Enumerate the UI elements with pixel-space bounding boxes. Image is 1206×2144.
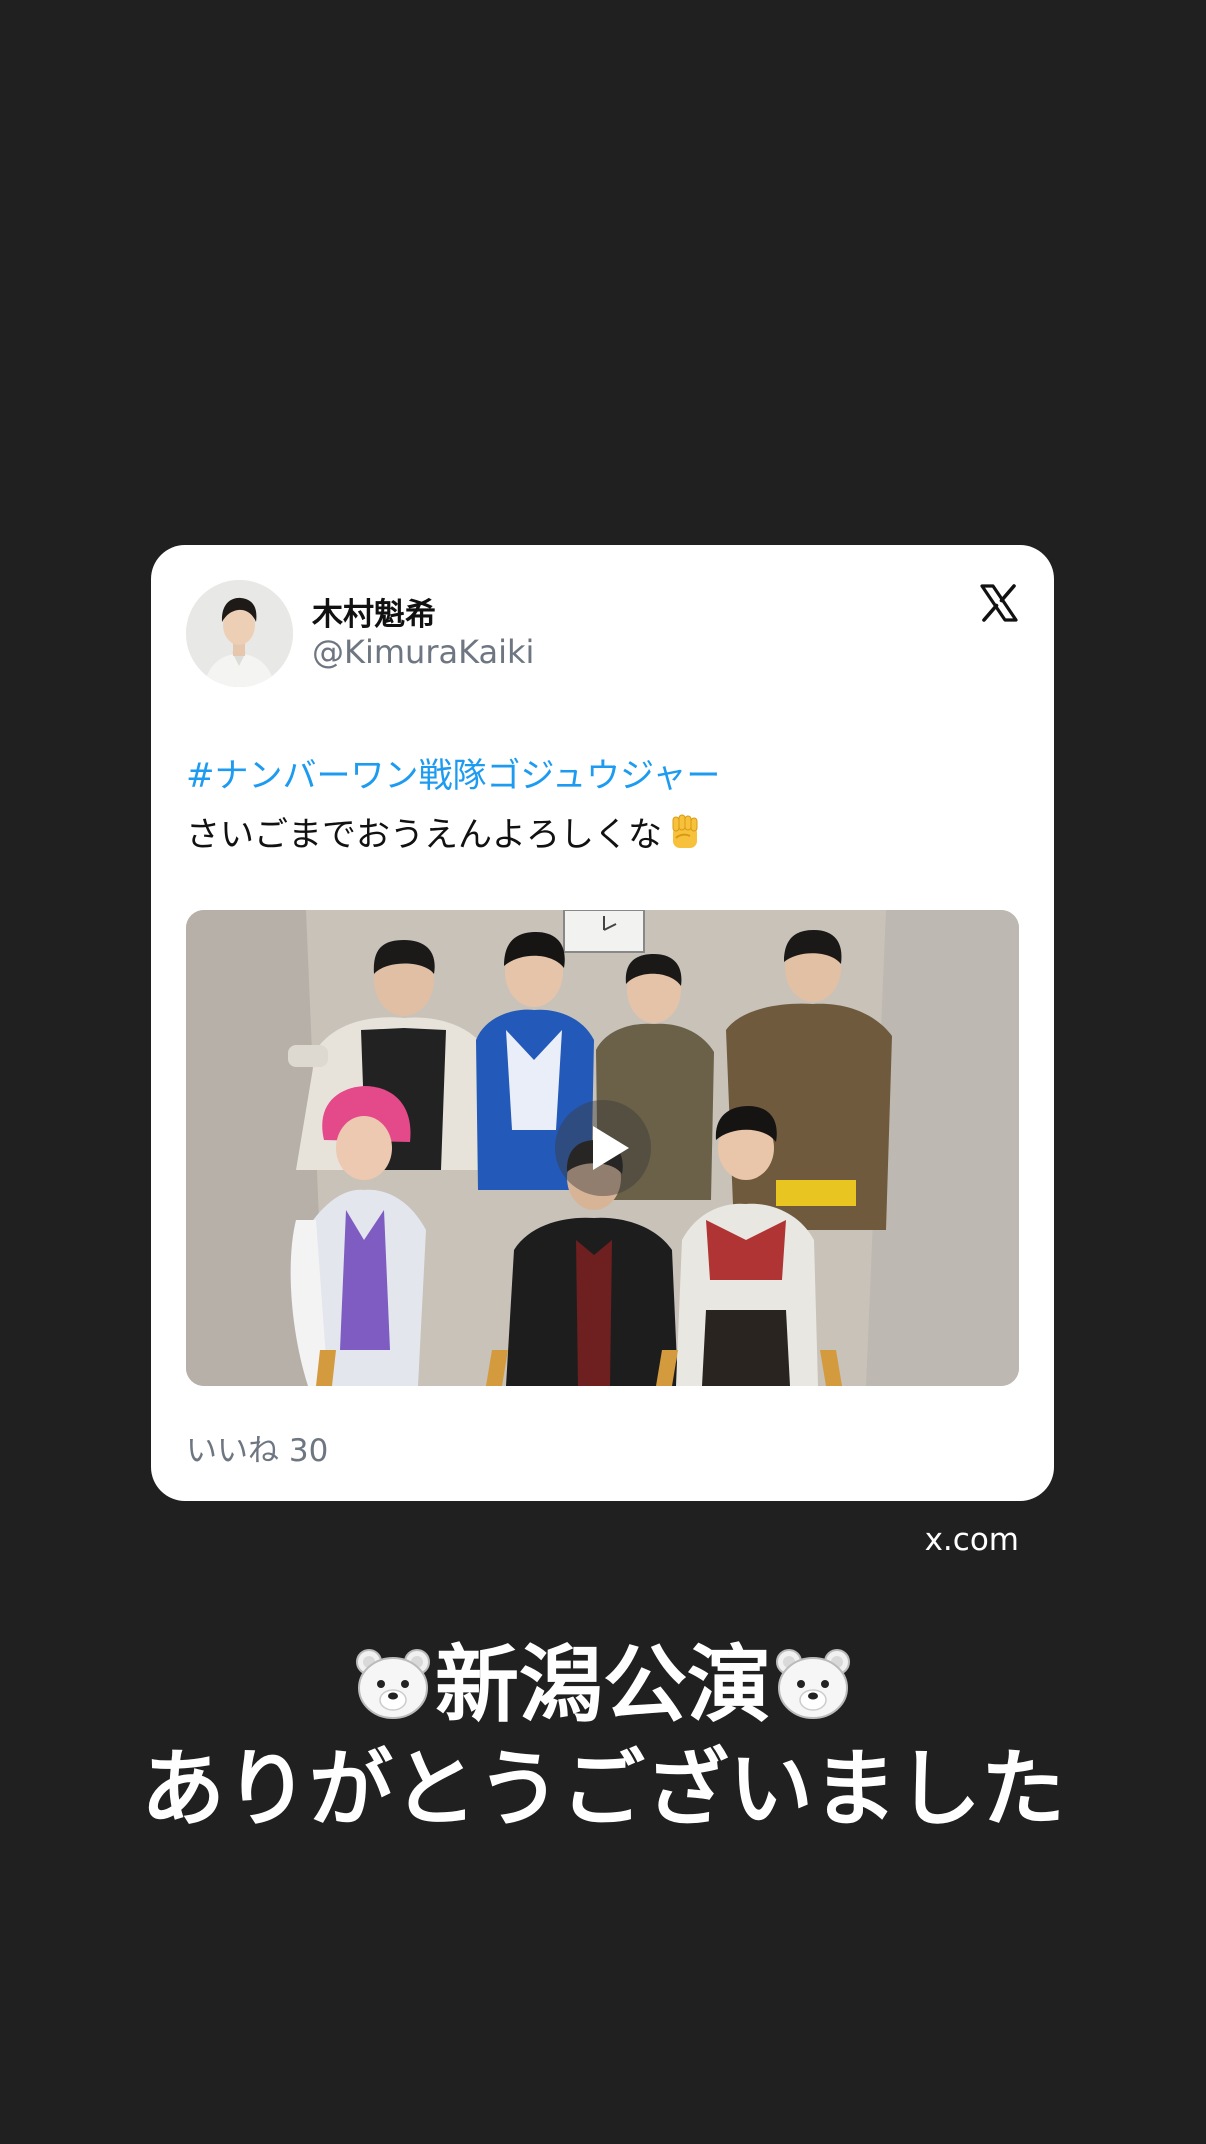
likes-count[interactable]: いいね 30 (186, 1425, 328, 1470)
tweet-card[interactable]: 木村魁希 @KimuraKaiki #ナンバーワン戦隊ゴジュウジャー さいごまで… (151, 545, 1054, 1501)
play-button[interactable] (554, 1100, 651, 1196)
display-name[interactable]: 木村魁希 (312, 589, 436, 634)
tweet-text-content: さいごまでおうえんよろしくな (186, 815, 662, 855)
x-logo-icon[interactable] (979, 583, 1019, 623)
play-icon (592, 1126, 629, 1170)
polar-bear-icon (351, 1642, 435, 1726)
source-link[interactable]: x.com (925, 1522, 1019, 1558)
tweet-text: さいごまでおうえんよろしくな (186, 807, 704, 856)
caption-line1-text: 新潟公演 (434, 1636, 771, 1734)
video-thumbnail[interactable] (186, 910, 1019, 1386)
avatar[interactable] (186, 580, 293, 687)
caption-line2: ありがとうございました (140, 1740, 1065, 1838)
hashtag-link[interactable]: #ナンバーワン戦隊ゴジュウジャー (186, 748, 720, 797)
raised-fist-icon (664, 812, 704, 852)
polar-bear-icon (771, 1642, 855, 1726)
user-handle[interactable]: @KimuraKaiki (312, 633, 534, 671)
caption-line1: 新潟公演 (0, 1618, 1206, 1739)
